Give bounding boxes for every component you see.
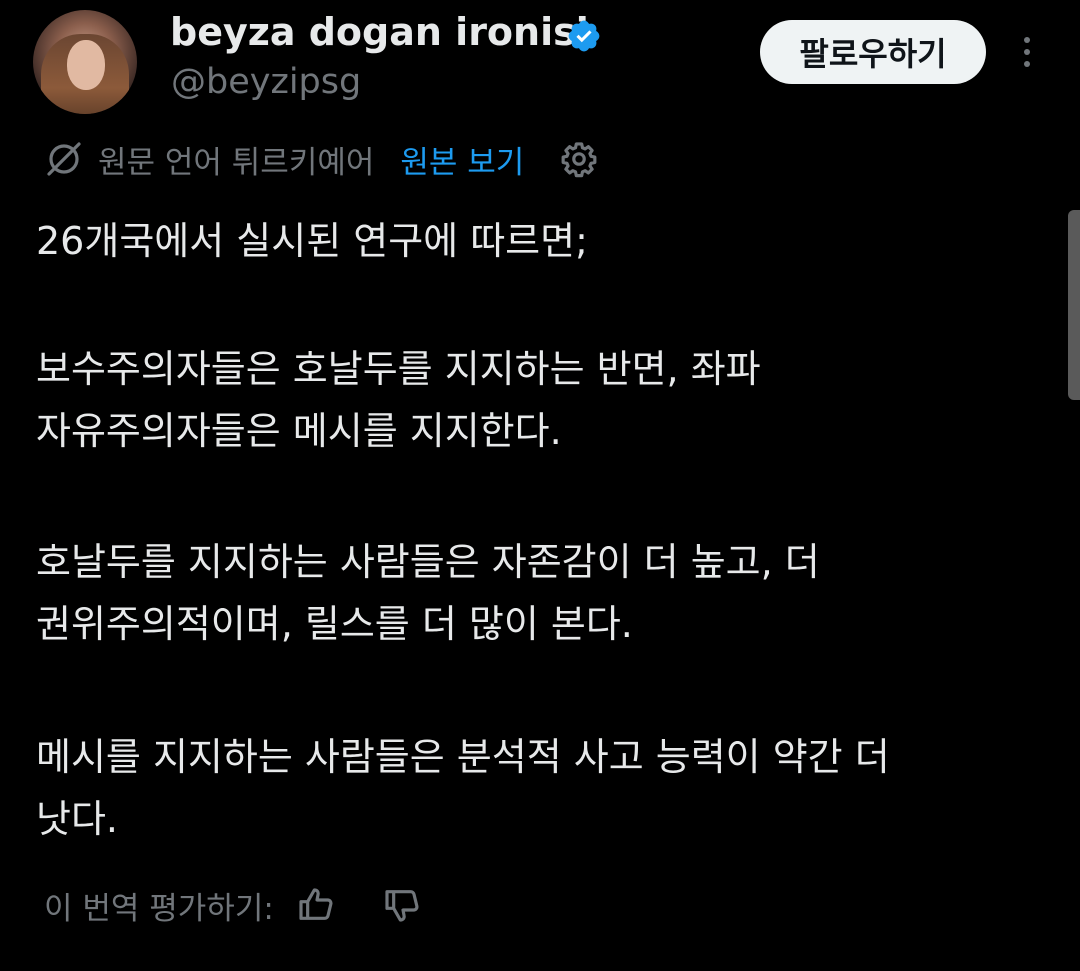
avatar-face — [67, 40, 105, 90]
author-handle[interactable]: @beyzipsg — [171, 62, 361, 102]
tweet-paragraph-line: 보수주의자들은 호날두를 지지하는 반면, 좌파 — [36, 347, 761, 391]
scrollbar[interactable] — [1068, 210, 1080, 400]
translation-bar: 원문 언어 튀르키예어 원본 보기 — [44, 134, 598, 184]
avatar[interactable] — [33, 10, 137, 114]
rate-translation-bar: 이 번역 평가하기: — [44, 880, 422, 930]
follow-button[interactable]: 팔로우하기 — [760, 20, 986, 84]
tweet-paragraph: 26개국에서 실시된 연구에 따르면; — [36, 219, 588, 263]
show-original-link[interactable]: 원본 보기 — [400, 137, 524, 182]
thumbs-up-icon[interactable] — [296, 885, 336, 925]
tweet-paragraph-line: 자유주의자들은 메시를 지지한다. — [36, 409, 562, 453]
tweet-paragraph-line: 호날두를 지지하는 사람들은 자존감이 더 높고, 더 — [36, 540, 820, 584]
source-language-label: 원문 언어 튀르키예어 — [98, 144, 375, 181]
more-vertical-icon[interactable] — [1012, 32, 1042, 72]
gear-icon[interactable] — [560, 140, 598, 178]
thumbs-down-icon[interactable] — [382, 885, 422, 925]
tweet-paragraph-line: 메시를 지지하는 사람들은 분석적 사고 능력이 약간 더 — [36, 735, 890, 779]
tweet-paragraph-line: 낫다. — [36, 797, 118, 841]
globe-slash-icon — [47, 142, 81, 176]
verified-badge-icon — [568, 20, 600, 52]
author-name[interactable]: beyza dogan ironisi — [170, 10, 589, 54]
rate-translation-label: 이 번역 평가하기: — [44, 890, 274, 927]
tweet-paragraph-line: 권위주의적이며, 릴스를 더 많이 본다. — [36, 602, 633, 646]
